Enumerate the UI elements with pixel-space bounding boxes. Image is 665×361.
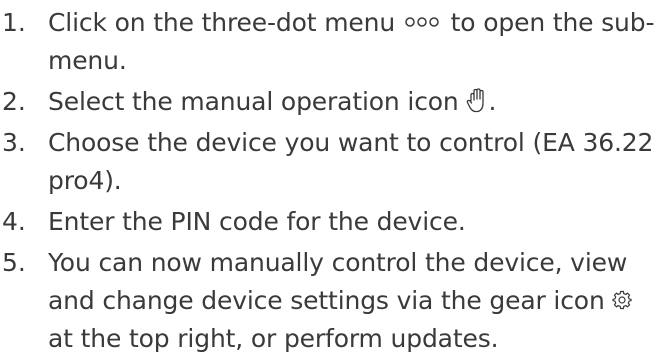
gear-icon bbox=[612, 290, 633, 310]
step-text: Enter the PIN code for the device. bbox=[48, 207, 466, 236]
step-text-before: Click on the three-dot menu bbox=[48, 8, 396, 37]
step-text: Choose the device you want to control (E… bbox=[48, 128, 654, 195]
step-1: 1. Click on the three-dot menu to open t… bbox=[0, 4, 662, 80]
step-number: 3. bbox=[2, 128, 26, 157]
step-3: 3. Choose the device you want to control… bbox=[0, 124, 662, 200]
step-number: 5. bbox=[2, 248, 26, 277]
step-4: 4. Enter the PIN code for the device. bbox=[0, 203, 662, 241]
step-5: 5. You can now manually control the devi… bbox=[0, 244, 662, 358]
hand-icon bbox=[466, 88, 488, 114]
step-text-after: at the top right, or perform updates. bbox=[48, 324, 499, 353]
step-number: 4. bbox=[2, 207, 26, 236]
step-text: Select the manual operation icon . bbox=[48, 83, 662, 121]
step-number: 1. bbox=[2, 8, 26, 37]
three-dot-menu-icon bbox=[403, 16, 443, 28]
step-text: Click on the three-dot menu to open the … bbox=[48, 4, 662, 80]
step-text-before: Select the manual operation icon bbox=[48, 87, 459, 116]
step-text-before: You can now manually control the device,… bbox=[48, 248, 628, 315]
step-2: 2. Select the manual operation icon . bbox=[0, 83, 662, 121]
step-number: 2. bbox=[2, 87, 26, 116]
step-text: You can now manually control the device,… bbox=[48, 244, 662, 358]
instruction-list: 1. Click on the three-dot menu to open t… bbox=[0, 4, 662, 361]
step-text-after: . bbox=[488, 87, 497, 116]
